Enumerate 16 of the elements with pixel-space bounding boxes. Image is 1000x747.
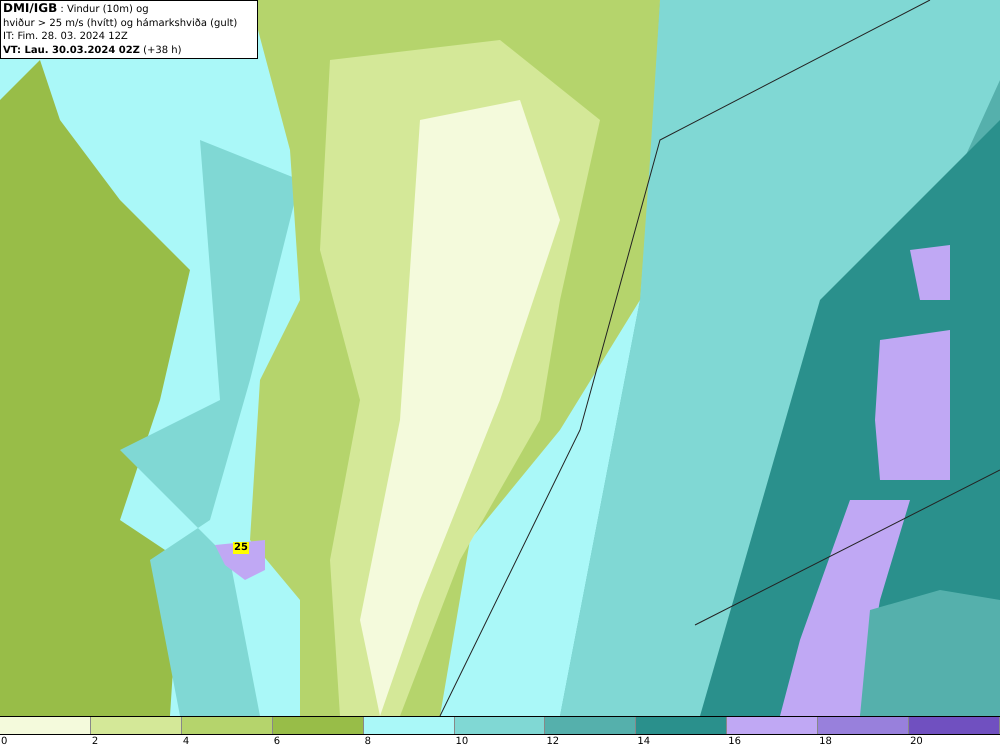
legend-tick-label: 12 bbox=[546, 736, 560, 747]
legend-tick-label: 6 bbox=[274, 736, 280, 747]
legend-tick-label: 4 bbox=[182, 736, 190, 747]
map-info-text: DMI/IGB : Vindur (10m) og bbox=[3, 2, 150, 16]
legend-tick-label: 16 bbox=[728, 736, 741, 747]
legend-tick-label: 2 bbox=[92, 736, 98, 747]
legend-tick-label: 14 bbox=[637, 736, 650, 747]
legend-tick-label: 10 bbox=[456, 736, 468, 747]
legend-tick-label: 18 bbox=[819, 736, 832, 747]
legend-tick-label: 0 bbox=[1, 736, 8, 747]
legend-tick-label: 20 bbox=[910, 736, 923, 747]
gust-value-label: 25 bbox=[233, 542, 249, 554]
map-info-text: hviður > 25 m/s (hvítt) og hámarkshviða (gult) bbox=[3, 16, 238, 30]
map-info-text: VT: Lau. 30.03.2024 02Z (+38 h) bbox=[3, 44, 183, 57]
map-info-text: IT: Fim. 28. 03. 2024 12Z bbox=[3, 30, 129, 44]
legend-tick-label: 8 bbox=[364, 736, 371, 747]
